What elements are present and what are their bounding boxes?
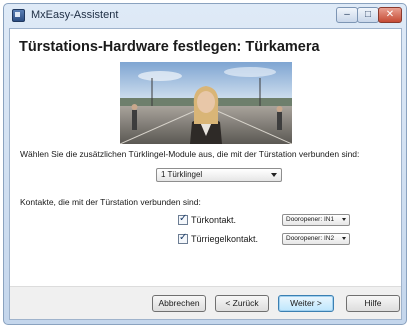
close-button[interactable]: ✕	[378, 7, 402, 23]
next-button[interactable]: Weiter >	[278, 295, 334, 312]
wizard-window: MxEasy-Assistent – □ ✕ Türstations-Hardw…	[3, 3, 407, 325]
door-bolt-contact-input-select[interactable]: Dooropener: IN2	[282, 233, 350, 245]
app-icon	[12, 9, 25, 22]
wizard-content: Türstations-Hardware festlegen: Türkamer…	[9, 28, 402, 320]
door-contact-input-select[interactable]: Dooropener: IN1	[282, 214, 350, 226]
doorbell-module-select[interactable]: 1 Türklingel	[156, 168, 282, 182]
door-contact-checkbox[interactable]: ✓	[178, 213, 188, 225]
door-bolt-contact-label[interactable]: Türriegelkontakt.	[191, 234, 258, 244]
door-bolt-contact-input-value: Dooropener: IN2	[286, 235, 335, 242]
contacts-label: Kontakte, die mit der Türstation verbund…	[20, 197, 201, 207]
camera-scene	[120, 62, 292, 144]
doorbell-module-select-value: 1 Türklingel	[161, 170, 203, 179]
doorbell-instruction: Wählen Sie die zusätzlichen Türklingel-M…	[20, 149, 360, 159]
door-contact-input-value: Dooropener: IN1	[286, 216, 335, 223]
minimize-button[interactable]: –	[336, 7, 358, 23]
checkmark-icon: ✓	[179, 232, 188, 243]
camera-snapshot-image	[120, 62, 292, 144]
back-button[interactable]: < Zurück	[215, 295, 269, 312]
chevron-down-icon	[342, 218, 346, 221]
button-bar: Abbrechen < Zurück Weiter > Hilfe	[10, 286, 401, 319]
page-title: Türstations-Hardware festlegen: Türkamer…	[19, 39, 320, 55]
title-bar[interactable]: MxEasy-Assistent – □ ✕	[4, 4, 406, 28]
chevron-down-icon	[271, 173, 277, 177]
door-bolt-contact-checkbox[interactable]: ✓	[178, 232, 188, 244]
door-contact-label[interactable]: Türkontakt.	[191, 215, 236, 225]
window-title: MxEasy-Assistent	[31, 9, 119, 21]
chevron-down-icon	[342, 237, 346, 240]
cancel-button[interactable]: Abbrechen	[152, 295, 206, 312]
checkmark-icon: ✓	[179, 213, 188, 224]
help-button[interactable]: Hilfe	[346, 295, 400, 312]
maximize-button[interactable]: □	[357, 7, 379, 23]
